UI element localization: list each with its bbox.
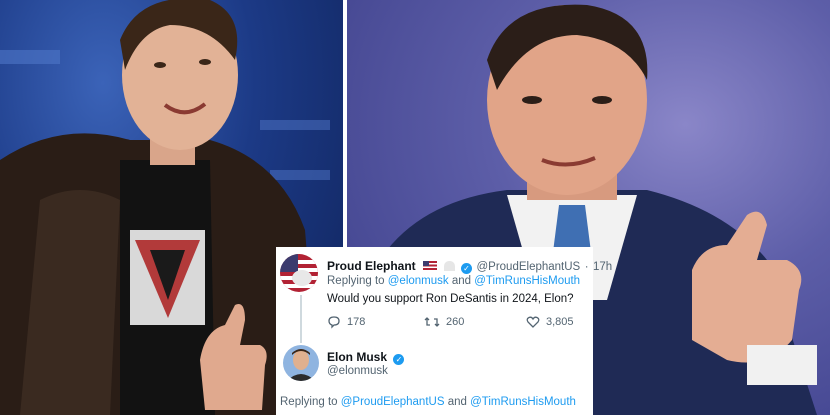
retweet-icon [424,317,440,327]
tweet1-author-name[interactable]: Proud Elephant [327,259,416,273]
like-count: 3,805 [546,316,574,328]
tweet2-handle[interactable]: @elonmusk [327,365,388,377]
tweet1-replying-to: Replying to @elonmusk and @TimRunsHisMou… [327,275,580,287]
tweet1-handle[interactable]: @ProudElephantUS [476,261,580,273]
tweet1-text: Would you support Ron DeSantis in 2024, … [327,293,574,305]
tweet1-dot-separator: · [584,261,589,273]
tweet1-header: Proud Elephant ✓ @ProudElephantUS · 17h [327,257,612,275]
tweet-screenshot-card: Proud Elephant ✓ @ProudElephantUS · 17h … [276,247,612,415]
verified-badge-icon: ✓ [393,354,405,365]
thread-connector-line [300,295,302,343]
proud-elephant-avatar[interactable] [280,254,318,292]
tweet2-reply-user1-link[interactable]: @ProudElephantUS [341,396,445,408]
like-button[interactable]: 3,805 [526,315,574,329]
reply-count: 178 [347,316,366,328]
elon-musk-avatar[interactable] [283,345,319,381]
tweet1-reply-user2-link[interactable]: @TimRunsHisMouth [474,275,580,287]
us-flag-icon [423,261,438,270]
reply-icon [328,316,340,329]
elon-musk-avatar-icon [283,345,319,381]
tweet1-replying-prefix: Replying to [327,275,385,287]
tweet2-replying-and: and [447,396,467,408]
reply-button[interactable]: 178 [327,315,365,329]
tweet1-reply-user1-link[interactable]: @elonmusk [388,275,449,287]
tweet2-replying-prefix: Replying to [280,396,338,408]
tweet2-author-name[interactable]: Elon Musk [327,350,387,364]
us-flag-elephant-avatar-icon [280,254,318,292]
retweet-count: 260 [446,316,465,328]
tweet1-timestamp[interactable]: 17h [593,261,612,273]
tweet2-replying-to: Replying to @ProudElephantUS and @TimRun… [280,396,576,408]
heart-icon [526,316,540,328]
retweet-button[interactable]: 260 [424,315,464,329]
tweet2-reply-user2-link[interactable]: @TimRunsHisMouth [470,396,576,408]
verified-badge-icon: ✓ [461,263,473,274]
capitol-icon [443,261,455,271]
tweet2-header: Elon Musk ✓ [327,348,405,366]
tweet1-replying-and: and [451,275,472,287]
